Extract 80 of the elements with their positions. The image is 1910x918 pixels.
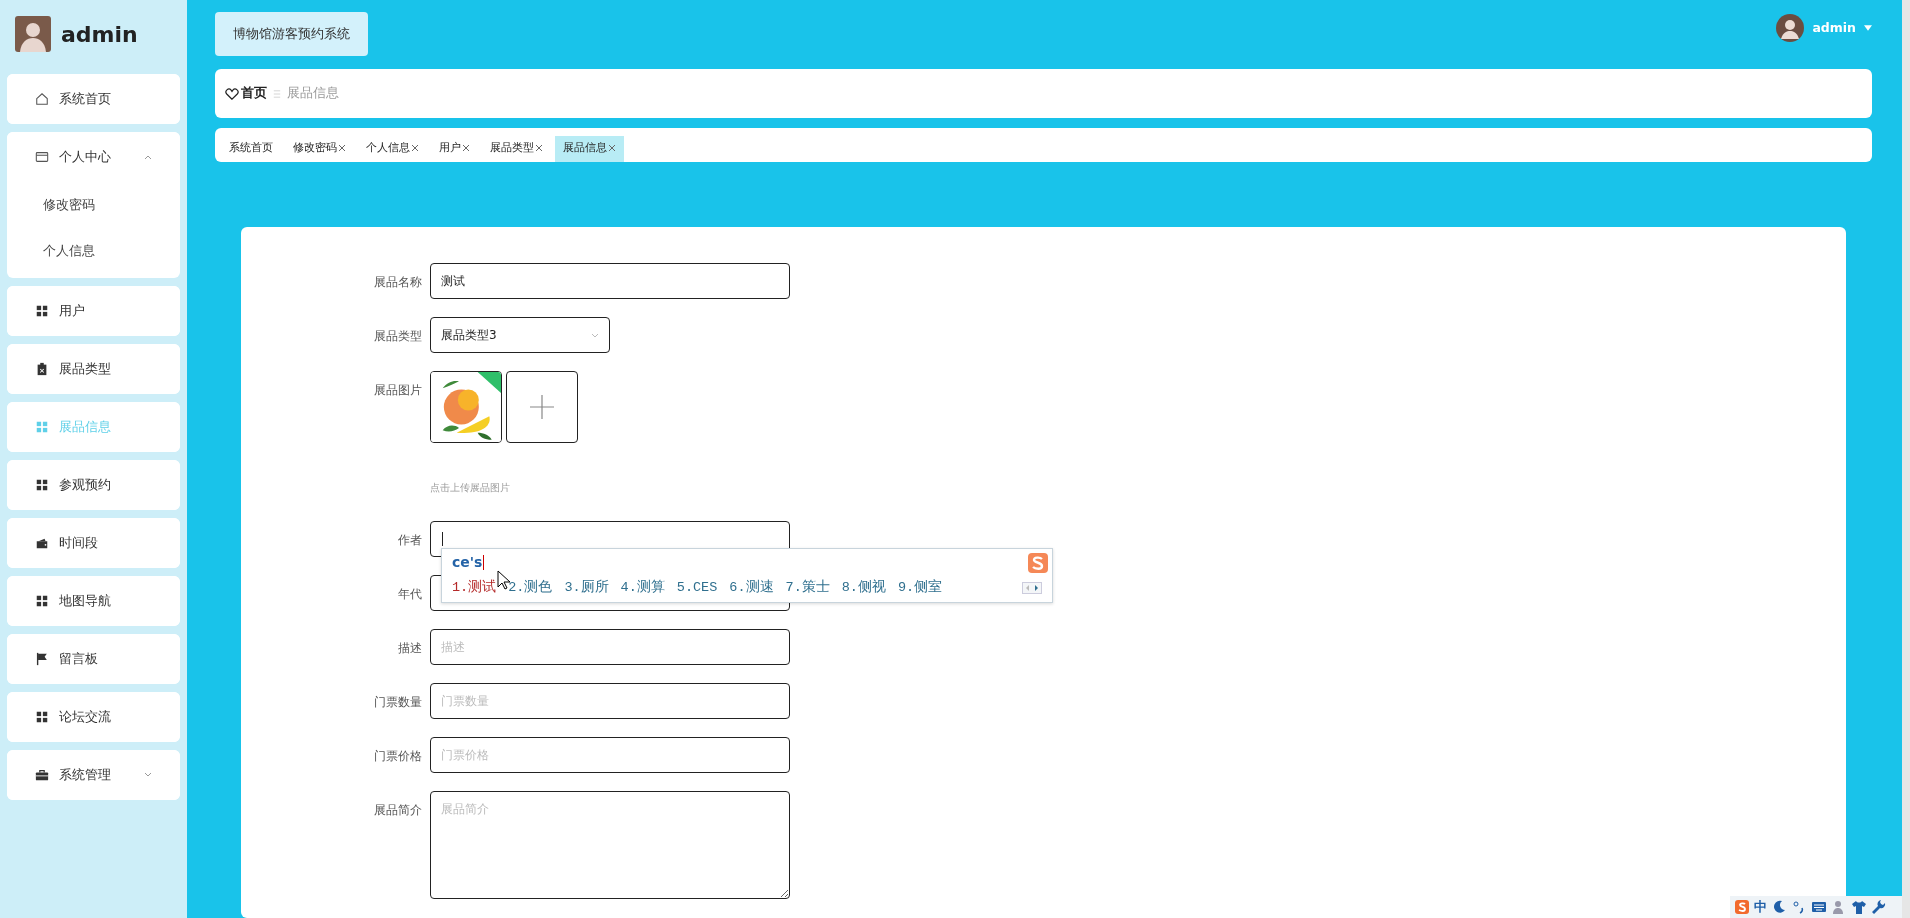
flag-icon [35,652,49,666]
input-field[interactable]: 描述 [430,629,790,666]
keyboard-icon[interactable] [1811,899,1827,915]
field-label: 展品简介 [373,802,422,820]
grid-icon [35,710,49,724]
upload-button[interactable] [506,371,578,443]
sidebar-item[interactable]: 系统管理 [7,750,180,800]
plus-icon [530,395,554,419]
tab[interactable]: 个人信息 [358,135,427,162]
avatar [1776,14,1805,42]
upload-hint: 点击上传展品图片 [430,481,511,495]
avatar [15,16,51,52]
ime-candidate[interactable]: 6.测速 [729,578,774,599]
user-name: admin [61,20,138,49]
separator-icon [273,89,281,98]
close-icon[interactable] [462,143,470,152]
grid-icon [35,478,49,492]
grid-icon [35,594,49,608]
tab[interactable]: 展品信息 [555,135,624,162]
input-field[interactable]: 测试 [430,263,790,299]
submenu-item[interactable]: 个人信息 [7,228,180,274]
breadcrumb-current: 展品信息 [287,84,339,103]
field-label: 门票价格 [373,748,422,766]
close-icon[interactable] [338,143,346,152]
sidebar-item[interactable]: 用户 [7,286,180,336]
ime-logo-icon[interactable] [1734,899,1750,915]
field-label: 展品类型 [373,328,422,345]
card-icon [35,150,49,164]
scrollbar[interactable] [1902,0,1910,918]
textarea-field[interactable]: 展品简介 [430,791,790,900]
input-field[interactable]: 门票数量 [430,683,790,720]
tab[interactable]: 用户 [431,135,478,162]
ime-logo-icon [1026,551,1050,576]
sidebar-item[interactable]: 留言板 [7,634,180,684]
field-label: 作者 [397,532,422,550]
sidebar-item[interactable]: 论坛交流 [7,692,180,742]
breadcrumb-link[interactable]: 首页 [241,84,267,103]
sidebar-item[interactable]: 展品类型 [7,344,180,394]
ime-candidate[interactable]: 8.侧视 [841,578,886,599]
wrench-icon[interactable] [1871,899,1887,915]
shirt-icon[interactable] [1851,899,1867,915]
ime-candidate[interactable]: 4.测算 [620,578,665,599]
ime-candidate[interactable]: 3.厕所 [564,578,609,599]
pager-icon[interactable] [1022,582,1042,595]
sidebar-item[interactable]: 参观预约 [7,460,180,510]
ime-candidate[interactable]: 1.测试 [452,578,497,599]
briefcase-icon [35,768,49,782]
sidebar-item[interactable]: 地图导航 [7,576,180,626]
language-toggle[interactable]: 中 [1754,897,1767,917]
field-label: 展品图片 [373,382,422,399]
close-icon[interactable] [411,143,419,152]
ime-candidate[interactable]: 7.策士 [785,578,830,599]
ime-composition: ce's [452,552,483,572]
submenu-item[interactable]: 修改密码 [7,182,180,228]
system-title[interactable]: 博物馆游客预约系统 [215,12,368,56]
close-icon[interactable] [535,143,543,152]
ime-candidate[interactable]: 9.侧室 [897,578,943,599]
grid-icon [35,420,49,434]
tab[interactable]: 系统首页 [221,135,281,162]
select-field[interactable]: 展品类型3 [430,317,610,353]
mouse-pointer-icon [497,570,511,590]
field-label: 展品名称 [373,274,422,291]
clipboard-icon [35,362,49,376]
sidebar-item[interactable]: 时间段 [7,518,180,568]
moon-icon[interactable] [1771,899,1787,915]
home-icon [35,92,49,106]
field-label: 门票数量 [373,694,422,712]
field-label: 年代 [397,586,422,604]
heart-icon [225,86,239,101]
tab[interactable]: 展品类型 [482,135,551,162]
field-label: 描述 [397,640,422,658]
tab[interactable]: 修改密码 [285,135,354,162]
ime-candidate[interactable]: 5.CES [676,578,718,599]
wallet-icon [35,536,49,550]
ime-candidate[interactable]: 2.测色 [508,578,553,599]
input-field[interactable]: 门票价格 [430,737,790,774]
close-icon[interactable] [608,143,616,152]
sidebar-item[interactable]: 系统首页 [7,74,180,124]
grid-icon [35,304,49,318]
chevron-icon [591,331,599,339]
